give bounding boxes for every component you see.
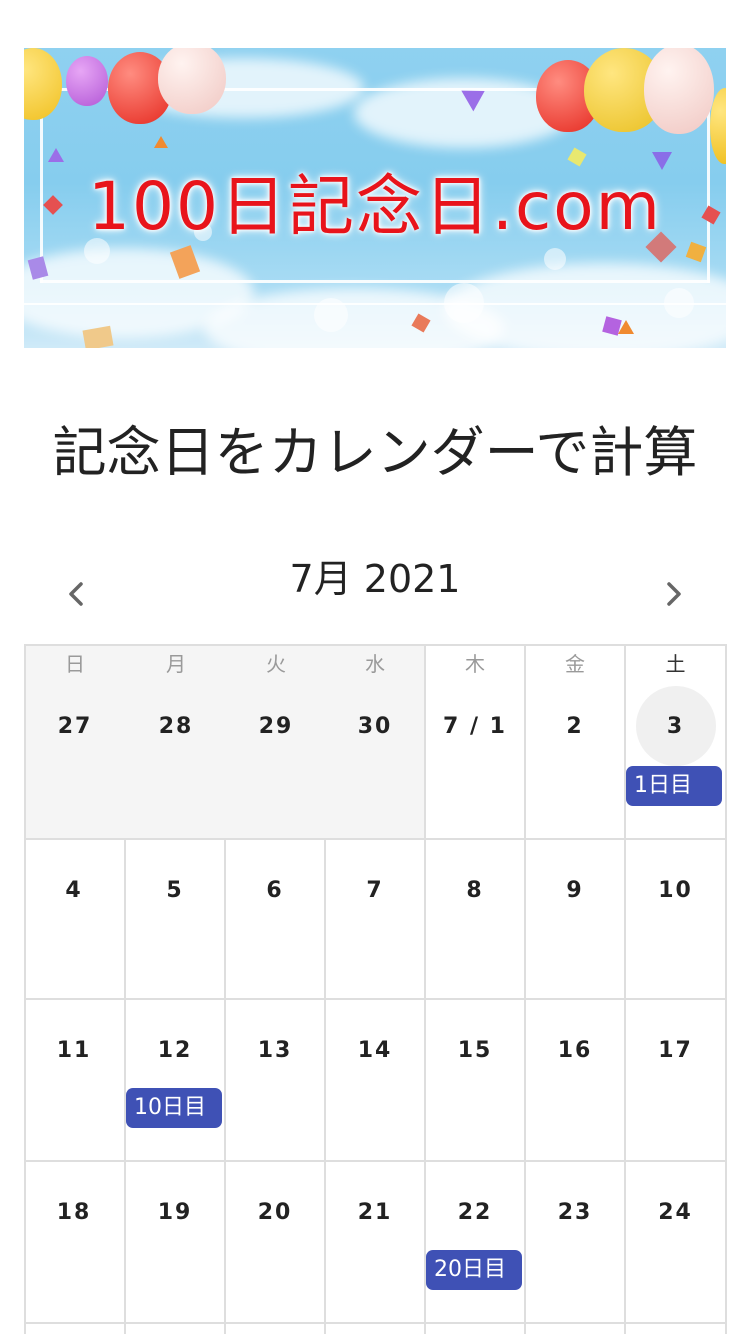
- weekday-label: 日: [65, 652, 85, 676]
- calendar-day-cell[interactable]: 7: [326, 840, 426, 1000]
- day-number: 24: [658, 1200, 693, 1225]
- page-title: 記念日をカレンダーで計算: [52, 421, 698, 484]
- calendar-day-cell[interactable]: 水 30: [326, 644, 426, 840]
- day-number: 12: [157, 1038, 193, 1063]
- calendar-day-cell[interactable]: [126, 1324, 226, 1334]
- day-number: 16: [557, 1038, 593, 1063]
- day-number: 2: [566, 714, 584, 739]
- calendar-day-cell[interactable]: 19: [126, 1162, 226, 1324]
- site-banner[interactable]: 100日記念日.com: [24, 48, 726, 348]
- day-number: 9: [566, 878, 584, 903]
- day-number: 13: [257, 1038, 293, 1063]
- calendar-day-cell[interactable]: 20: [226, 1162, 326, 1324]
- calendar-day-cell[interactable]: 13: [226, 1000, 326, 1162]
- day-number: 17: [658, 1038, 693, 1063]
- month-label: 7月 2021: [289, 557, 461, 601]
- day-number: 8: [466, 878, 484, 903]
- calendar-day-cell[interactable]: 9: [526, 840, 626, 1000]
- calendar-day-cell[interactable]: 21: [326, 1162, 426, 1324]
- day-number: 3: [666, 714, 685, 739]
- calendar-day-cell[interactable]: 10: [626, 840, 727, 1000]
- calendar-day-cell[interactable]: [626, 1324, 727, 1334]
- calendar-top-border: [24, 644, 727, 646]
- weekday-label: 土: [665, 652, 686, 676]
- calendar-day-cell[interactable]: 日 27: [24, 644, 126, 840]
- weekday-label: 月: [166, 652, 186, 676]
- day-number: 6: [266, 878, 284, 903]
- calendar-day-cell[interactable]: 木 7 / 1: [426, 644, 526, 840]
- day-number: 30: [357, 714, 393, 739]
- calendar-day-cell[interactable]: 24: [626, 1162, 727, 1324]
- calendar-day-cell[interactable]: 11: [24, 1000, 126, 1162]
- calendar-left-border: [24, 644, 26, 1334]
- chevron-left-icon: [69, 582, 83, 606]
- weekday-label: 木: [465, 652, 485, 676]
- calendar-day-cell[interactable]: [326, 1324, 426, 1334]
- weekday-label: 火: [266, 652, 286, 676]
- day-number: 28: [158, 714, 194, 739]
- calendar-day-cell[interactable]: 5: [126, 840, 226, 1000]
- calendar-day-cell[interactable]: 4: [24, 840, 126, 1000]
- day-number: 19: [157, 1200, 193, 1225]
- calendar-day-cell[interactable]: 12: [126, 1000, 226, 1162]
- prev-month-button[interactable]: [56, 574, 96, 614]
- chevron-right-icon: [667, 582, 681, 606]
- calendar-day-cell[interactable]: [426, 1324, 526, 1334]
- day-number: 22: [457, 1200, 493, 1225]
- calendar-day-cell[interactable]: [226, 1324, 326, 1334]
- weekday-label: 金: [565, 652, 585, 676]
- weekday-label: 水: [365, 652, 385, 676]
- calendar-day-cell[interactable]: 金2: [526, 644, 626, 840]
- day-number: 18: [56, 1200, 92, 1225]
- calendar-day-cell[interactable]: 月 28: [126, 644, 226, 840]
- banner-title: 100日記念日.com: [88, 168, 662, 245]
- day-number: 11: [56, 1038, 92, 1063]
- anniversary-event-chip[interactable]: 10日目: [126, 1088, 222, 1128]
- day-number: 20: [257, 1200, 293, 1225]
- day-number: 7 / 1: [443, 714, 507, 739]
- calendar-day-cell[interactable]: 14: [326, 1000, 426, 1162]
- day-number: 27: [57, 714, 93, 739]
- day-number: 4: [65, 878, 83, 903]
- calendar-day-cell[interactable]: [24, 1324, 126, 1334]
- next-month-button[interactable]: [654, 574, 694, 614]
- anniversary-event-chip[interactable]: 1日目: [626, 766, 722, 806]
- day-number: 14: [357, 1038, 393, 1063]
- calendar-day-cell[interactable]: [526, 1324, 626, 1334]
- day-number: 23: [557, 1200, 593, 1225]
- calendar-day-cell[interactable]: 6: [226, 840, 326, 1000]
- day-number: 10: [658, 878, 693, 903]
- day-number: 7: [366, 878, 384, 903]
- day-number: 5: [166, 878, 184, 903]
- day-number: 15: [457, 1038, 493, 1063]
- calendar-day-cell[interactable]: 16: [526, 1000, 626, 1162]
- calendar-grid: 日 27 月 28 火 29 水 30 木 7 / 1 金 2 土 3 4 5 6 7 8 9 10 11 12 13 14 15…: [24, 644, 727, 1334]
- calendar-day-cell[interactable]: 8: [426, 840, 526, 1000]
- calendar-day-cell[interactable]: 17: [626, 1000, 727, 1162]
- anniversary-event-chip[interactable]: 20日目: [426, 1250, 522, 1290]
- calendar-day-cell[interactable]: 火 29: [226, 644, 326, 840]
- calendar-day-cell[interactable]: 23: [526, 1162, 626, 1324]
- day-number: 29: [258, 714, 294, 739]
- day-number: 21: [357, 1200, 393, 1225]
- calendar-day-cell[interactable]: 15: [426, 1000, 526, 1162]
- calendar-day-cell[interactable]: 土3: [626, 644, 727, 840]
- calendar-day-cell[interactable]: 18: [24, 1162, 126, 1324]
- calendar-day-cell[interactable]: 22: [426, 1162, 526, 1324]
